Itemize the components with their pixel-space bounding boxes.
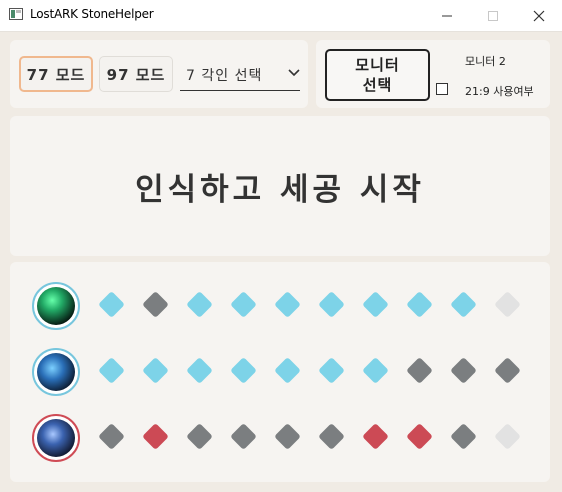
engrave-2-slot-3-success xyxy=(186,357,213,384)
engrave-row-2 xyxy=(32,348,532,396)
engrave-3-slot-3-fail xyxy=(186,423,213,450)
ultrawide-checkbox-label: 21:9 사용여부 xyxy=(465,85,534,98)
minimize-icon xyxy=(442,15,452,16)
engrave-1-slot-5-success xyxy=(274,291,301,318)
engrave-2-slot-5-success xyxy=(274,357,301,384)
engrave-1-slot-9-success xyxy=(450,291,477,318)
monitor-button-line1: 모니터 xyxy=(355,56,400,74)
title-bar: LostARK StoneHelper xyxy=(0,0,562,32)
chevron-down-icon xyxy=(288,69,300,77)
close-icon xyxy=(533,10,545,21)
mode-97-button[interactable]: 97 모드 xyxy=(99,56,173,92)
close-button[interactable] xyxy=(516,0,562,31)
engrave-select-value: 7 각인 선택 xyxy=(186,68,263,84)
engrave-1-slot-8-success xyxy=(406,291,433,318)
engrave-3-slot-1-fail xyxy=(98,423,125,450)
engrave-row-1 xyxy=(32,282,532,330)
engrave-1-icon xyxy=(32,282,80,330)
engrave-1-slot-4-success xyxy=(230,291,257,318)
engrave-3-slot-5-fail xyxy=(274,423,301,450)
minimize-button[interactable] xyxy=(424,0,470,31)
engrave-select[interactable]: 7 각인 선택 xyxy=(180,58,300,91)
engrave-3-icon xyxy=(32,414,80,462)
engrave-3-slot-8-fail_negative xyxy=(406,423,433,450)
engrave-2-slot-2-success xyxy=(142,357,169,384)
start-faceting-label: 인식하고 세공 시작 xyxy=(135,171,425,208)
window-title: LostARK StoneHelper xyxy=(30,7,154,21)
engrave-3-slot-6-fail xyxy=(318,423,345,450)
engrave-3-slot-9-fail xyxy=(450,423,477,450)
engrave-1-slot-3-success xyxy=(186,291,213,318)
engrave-1-slot-10-pending xyxy=(494,291,521,318)
engrave-1-slot-1-success xyxy=(98,291,125,318)
engrave-3-slot-10-pending xyxy=(494,423,521,450)
mode-77-label: 77 모드 xyxy=(26,65,86,84)
engrave-row-3 xyxy=(32,414,532,462)
maximize-button xyxy=(470,0,516,31)
monitor-button-line2: 선택 xyxy=(362,76,393,94)
engrave-2-slot-9-fail xyxy=(450,357,477,384)
engrave-3-slot-2-fail_negative xyxy=(142,423,169,450)
engrave-2-slot-6-success xyxy=(318,357,345,384)
engrave-3-slot-4-fail xyxy=(230,423,257,450)
engrave-1-slot-7-success xyxy=(362,291,389,318)
start-faceting-button[interactable]: 인식하고 세공 시작 xyxy=(10,116,550,256)
engrave-2-slot-7-success xyxy=(362,357,389,384)
monitor-select-button[interactable]: 모니터 선택 xyxy=(325,49,430,101)
engrave-2-slot-4-success xyxy=(230,357,257,384)
engrave-1-slot-2-fail xyxy=(142,291,169,318)
engrave-2-icon xyxy=(32,348,80,396)
mode-77-button[interactable]: 77 모드 xyxy=(19,56,93,92)
maximize-icon xyxy=(488,10,498,21)
engrave-2-slot-8-fail xyxy=(406,357,433,384)
engrave-2-slot-1-success xyxy=(98,357,125,384)
app-icon xyxy=(9,8,23,20)
current-monitor-label: 모니터 2 xyxy=(465,55,506,68)
engrave-2-slot-10-fail xyxy=(494,357,521,384)
mode-97-label: 97 모드 xyxy=(106,65,166,84)
engrave-3-slot-7-fail_negative xyxy=(362,423,389,450)
ultrawide-checkbox[interactable] xyxy=(436,83,448,95)
engrave-1-slot-6-success xyxy=(318,291,345,318)
